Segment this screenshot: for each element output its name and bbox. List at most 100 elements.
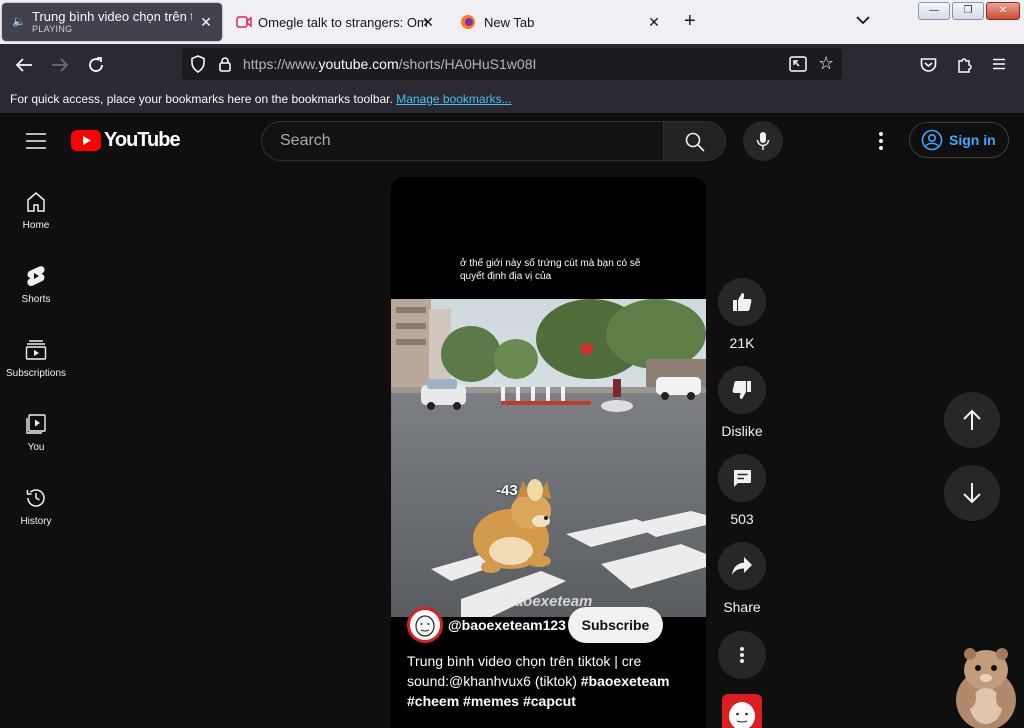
short-video-player[interactable]: ở thế giới này số trứng cút mà bạn có sẽ…	[391, 177, 706, 728]
sidebar-item-home[interactable]: Home	[0, 190, 72, 231]
like-count: 21K	[729, 335, 755, 351]
sidebar-label: Home	[22, 220, 50, 231]
hashtag-link[interactable]: #baoexeteam	[581, 673, 670, 689]
hashtag-link[interactable]: #cheem	[407, 693, 459, 709]
extensions-puzzle-icon[interactable]	[956, 56, 973, 74]
tab-playing-status: PLAYING	[32, 24, 73, 34]
thumbs-up-icon	[733, 293, 752, 311]
like-action: 21K	[718, 278, 766, 351]
hamburger-menu-icon[interactable]	[992, 58, 1006, 70]
sidebar-label: History	[20, 516, 52, 527]
guide-menu-icon[interactable]	[26, 133, 46, 149]
score-overlay: -43	[496, 482, 518, 499]
bookmarks-toolbar: For quick access, place your bookmarks h…	[0, 86, 1024, 113]
you-icon	[26, 414, 46, 434]
minimize-icon[interactable]: —	[918, 2, 950, 20]
youtube-logo-text: YouTube	[104, 129, 181, 151]
sidebar-item-history[interactable]: History	[0, 486, 72, 527]
channel-avatar[interactable]	[407, 607, 443, 643]
new-tab-plus-icon[interactable]: +	[684, 10, 696, 33]
dislike-label: Dislike	[721, 423, 763, 439]
url-prefix: https://www.	[243, 56, 319, 72]
youtube-header: YouTube Sign in	[0, 113, 1024, 169]
sidebar-label: Subscriptions	[5, 368, 67, 379]
channel-name-link[interactable]: @baoexeteam123	[448, 617, 566, 633]
description-line-1: Trung bình video chọn trên tiktok | cre	[407, 653, 642, 669]
tab-title: Trung bình video chọn trên tik	[32, 9, 192, 24]
bookmark-star-icon[interactable]: ☆	[818, 53, 834, 74]
microphone-icon	[756, 132, 770, 150]
share-label: Share	[723, 599, 761, 615]
browser-tab-strip: 🔈 Trung bình video chọn trên tik PLAYING…	[0, 0, 1024, 44]
url-bar[interactable]: https://www.youtube.com/shorts/HA0HuS1w0…	[182, 48, 842, 80]
share-action: Share	[718, 542, 766, 615]
lock-icon[interactable]	[218, 56, 232, 72]
url-path: /shorts/HA0HuS1w08I	[398, 56, 537, 72]
pocket-icon[interactable]	[920, 57, 937, 73]
share-button[interactable]	[718, 542, 766, 590]
bookmarks-hint: For quick access, place your bookmarks h…	[10, 92, 512, 106]
url-host: youtube.com	[318, 56, 399, 72]
description-line-2: sound:@khanhvux6 (tiktok)	[407, 673, 577, 689]
previous-video-button[interactable]	[944, 392, 1000, 448]
youtube-logo[interactable]: YouTube	[71, 129, 181, 152]
omegle-video-icon	[236, 16, 252, 28]
search-icon	[685, 132, 705, 152]
tab-omegle[interactable]: Omegle talk to strangers: Omeg ✕	[228, 3, 444, 41]
subscribe-button[interactable]: Subscribe	[568, 607, 663, 643]
search-button[interactable]	[663, 121, 726, 161]
tab-youtube-short[interactable]: 🔈 Trung bình video chọn trên tik PLAYING…	[2, 3, 222, 41]
caption-line-1: ở thế giới này số trứng cút mà bạn có sẽ	[460, 258, 641, 269]
comment-icon	[734, 470, 751, 487]
tab-title: New Tab	[484, 14, 535, 30]
search-input[interactable]	[278, 131, 642, 151]
more-actions-button[interactable]	[718, 631, 766, 679]
sidebar-item-you[interactable]: You	[0, 412, 72, 453]
sign-in-button[interactable]: Sign in	[909, 122, 1009, 158]
account-circle-icon	[921, 129, 943, 151]
video-overlay-caption: ở thế giới này số trứng cút mà bạn có sẽ…	[460, 257, 660, 283]
close-tab-icon[interactable]: ✕	[420, 14, 436, 31]
comments-button[interactable]	[718, 454, 766, 502]
firefox-icon	[461, 15, 475, 29]
share-arrow-icon	[732, 557, 752, 575]
voice-search-button[interactable]	[743, 121, 783, 161]
meme-face-icon	[729, 702, 755, 728]
url-text[interactable]: https://www.youtube.com/shorts/HA0HuS1w0…	[243, 56, 536, 72]
window-controls: — ❐ ✕	[918, 2, 1020, 20]
comments-action: 503	[718, 454, 766, 527]
tab-list-chevron-icon[interactable]	[856, 12, 870, 30]
sidebar-label: Shorts	[21, 294, 51, 305]
next-video-button[interactable]	[944, 465, 1000, 521]
video-frame-street-scene	[391, 299, 706, 617]
tab-title: Omegle talk to strangers: Omeg	[258, 14, 428, 30]
window-close-icon[interactable]: ✕	[986, 2, 1020, 20]
like-button[interactable]	[718, 278, 766, 326]
home-icon	[27, 192, 45, 212]
close-tab-icon[interactable]: ✕	[646, 14, 662, 31]
hashtag-link[interactable]: #memes	[463, 693, 519, 709]
speaker-icon[interactable]: 🔈	[12, 15, 26, 28]
sidebar-item-shorts[interactable]: Shorts	[0, 264, 72, 305]
more-vertical-icon	[740, 647, 744, 663]
tracking-shield-icon[interactable]	[190, 55, 206, 73]
sidebar-item-subscriptions[interactable]: Subscriptions	[0, 338, 72, 379]
restore-icon[interactable]: ❐	[952, 2, 984, 20]
close-tab-icon[interactable]: ✕	[198, 14, 214, 31]
sound-thumbnail[interactable]	[722, 694, 762, 728]
back-arrow-icon[interactable]	[11, 52, 37, 78]
reload-icon[interactable]	[83, 52, 109, 78]
picture-in-picture-icon[interactable]	[789, 56, 807, 72]
manage-bookmarks-link[interactable]: Manage bookmarks...	[396, 92, 511, 106]
thumbs-down-icon	[732, 381, 751, 399]
arrow-down-icon	[963, 483, 981, 504]
tab-new-tab[interactable]: New Tab ✕	[452, 3, 670, 41]
more-action	[718, 631, 766, 679]
forward-arrow-icon[interactable]	[47, 52, 73, 78]
more-options-icon[interactable]	[878, 131, 884, 156]
search-box	[261, 121, 664, 161]
hashtag-link[interactable]: #capcut	[523, 693, 576, 709]
dislike-button[interactable]	[718, 366, 766, 414]
sign-in-label: Sign in	[949, 132, 996, 148]
dislike-action: Dislike	[718, 366, 766, 439]
